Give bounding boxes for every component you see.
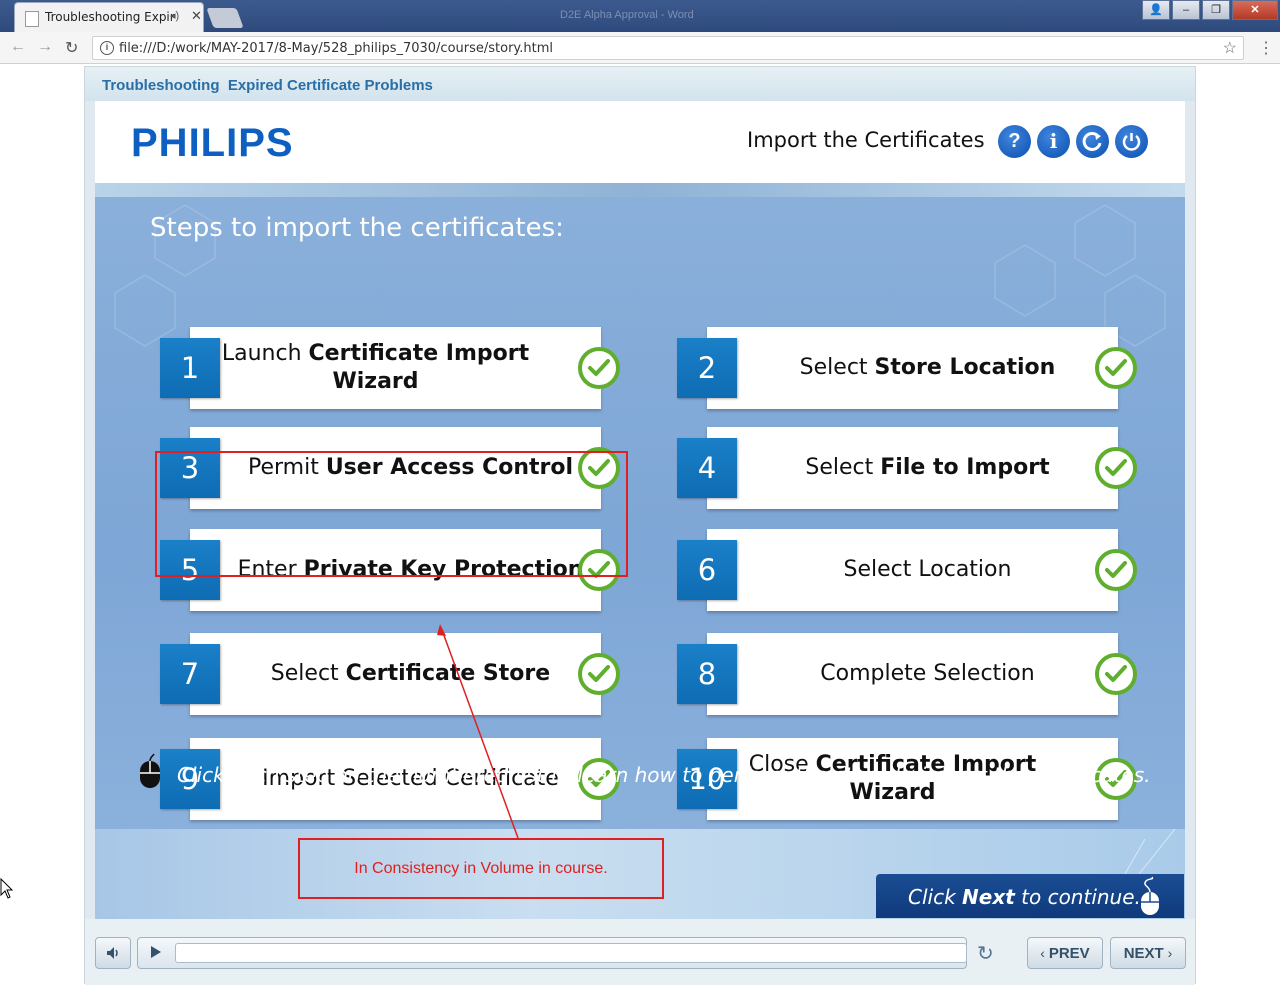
annotation-note-text: In Consistency in Volume in course. bbox=[354, 860, 608, 877]
step-label-text: Select Certificate Store bbox=[270, 661, 551, 686]
info-icon[interactable]: i bbox=[100, 41, 114, 55]
step-card[interactable]: Complete Selection bbox=[707, 633, 1118, 715]
window-title: D2E Alpha Approval - Word bbox=[560, 9, 694, 21]
browser-titlebar: Troubleshooting Expir ◂) ✕ D2E Alpha App… bbox=[0, 0, 1280, 32]
help-icon[interactable]: ? bbox=[998, 125, 1031, 158]
progress-bar[interactable] bbox=[175, 943, 967, 963]
back-arrow-icon[interactable]: ← bbox=[10, 38, 26, 56]
step-label[interactable]: Select Store Location bbox=[707, 327, 1118, 409]
steps-heading: Steps to import the certificates: bbox=[150, 213, 564, 243]
speaker-icon[interactable]: ◂) bbox=[170, 9, 179, 22]
bookmark-star-icon[interactable]: ☆ bbox=[1223, 38, 1237, 58]
step-number[interactable]: 4 bbox=[677, 438, 737, 498]
slide-header: PHILIPS Import the Certificates ? i bbox=[95, 101, 1185, 183]
step-label-text: Launch Certificate Import Wizard bbox=[221, 341, 530, 394]
mouse-icon bbox=[140, 753, 160, 788]
course-title-bar: Troubleshooting Expired Certificate Prob… bbox=[85, 67, 1195, 101]
step-number[interactable]: 8 bbox=[677, 644, 737, 704]
mouse-cursor-icon bbox=[0, 878, 14, 899]
maximize-button[interactable]: ❐ bbox=[1202, 0, 1230, 20]
checkmark-icon bbox=[1095, 347, 1137, 389]
philips-logo: PHILIPS bbox=[131, 121, 294, 165]
forward-arrow-icon[interactable]: → bbox=[37, 38, 53, 56]
checkmark-icon bbox=[578, 347, 620, 389]
step-label[interactable]: Launch Certificate Import Wizard bbox=[190, 327, 601, 409]
volume-button[interactable] bbox=[95, 937, 131, 969]
url-field[interactable]: i file:///D:/work/MAY-2017/8-May/528_phi… bbox=[92, 36, 1244, 60]
step-card[interactable]: Select File to Import bbox=[707, 427, 1118, 509]
annotation-note: In Consistency in Volume in course. bbox=[298, 838, 664, 899]
checkmark-icon bbox=[578, 653, 620, 695]
reload-icon[interactable]: ↻ bbox=[65, 38, 78, 58]
step-card[interactable]: Select Store Location bbox=[707, 327, 1118, 409]
player-bar: ↻ ‹ PREV NEXT › bbox=[85, 919, 1195, 985]
chevron-left-icon: ‹ bbox=[1040, 945, 1049, 961]
step-card[interactable]: Select Certificate Store bbox=[190, 633, 601, 715]
browser-tab[interactable]: Troubleshooting Expir ◂) ✕ bbox=[14, 2, 204, 32]
checkmark-icon bbox=[1095, 653, 1137, 695]
step-item-7[interactable]: Select Certificate Store 7 bbox=[160, 633, 620, 715]
step-number[interactable]: 7 bbox=[160, 644, 220, 704]
step-item-6[interactable]: Select Location 6 bbox=[677, 529, 1137, 611]
checkmark-icon bbox=[1095, 549, 1137, 591]
step-card[interactable]: Select Location bbox=[707, 529, 1118, 611]
prev-button[interactable]: ‹ PREV bbox=[1027, 937, 1103, 969]
step-label[interactable]: Complete Selection bbox=[707, 633, 1118, 715]
slide-title: Import the Certificates bbox=[747, 128, 985, 152]
close-window-button[interactable]: ✕ bbox=[1232, 0, 1278, 20]
url-text[interactable]: file:///D:/work/MAY-2017/8-May/528_phili… bbox=[119, 41, 553, 56]
next-hint-banner: Click Next to continue. bbox=[876, 874, 1184, 918]
speaker-icon bbox=[107, 947, 118, 959]
new-tab-button[interactable] bbox=[206, 8, 244, 28]
course-title: Troubleshooting Expired Certificate Prob… bbox=[102, 77, 433, 94]
step-label-text: Complete Selection bbox=[820, 661, 1035, 686]
step-label-text: Select Location bbox=[843, 557, 1012, 582]
step-label[interactable]: Select Certificate Store bbox=[190, 633, 601, 715]
step-number[interactable]: 6 bbox=[677, 540, 737, 600]
chevron-right-icon: › bbox=[1163, 945, 1173, 961]
step-label-text: Select Store Location bbox=[799, 355, 1056, 380]
step-label[interactable]: Select Location bbox=[707, 529, 1118, 611]
address-toolbar: ← → ↻ i file:///D:/work/MAY-2017/8-May/5… bbox=[0, 32, 1280, 64]
step-item-8[interactable]: Complete Selection 8 bbox=[677, 633, 1137, 715]
step-label-text: Select File to Import bbox=[805, 455, 1050, 480]
next-button[interactable]: NEXT › bbox=[1110, 937, 1186, 969]
replay-icon[interactable]: ↻ bbox=[977, 941, 994, 966]
step-label[interactable]: Select File to Import bbox=[707, 427, 1118, 509]
annotation-highlight-box bbox=[155, 451, 628, 577]
mouse-icon bbox=[1141, 876, 1159, 915]
menu-dots-icon[interactable]: ⋮ bbox=[1258, 38, 1274, 58]
step-item-2[interactable]: Select Store Location 2 bbox=[677, 327, 1137, 409]
checkmark-icon bbox=[1095, 447, 1137, 489]
play-button[interactable] bbox=[137, 937, 173, 969]
info-icon[interactable]: i bbox=[1037, 125, 1070, 158]
step-number[interactable]: 1 bbox=[160, 338, 220, 398]
minimize-button[interactable]: – bbox=[1172, 0, 1200, 20]
step-card[interactable]: Launch Certificate Import Wizard bbox=[190, 327, 601, 409]
user-icon[interactable]: 👤 bbox=[1142, 0, 1170, 20]
next-hint-text: Click Next to continue. bbox=[908, 885, 1141, 909]
power-icon[interactable] bbox=[1115, 125, 1148, 158]
close-tab-icon[interactable]: ✕ bbox=[191, 8, 202, 24]
window-controls: 👤 – ❐ ✕ bbox=[1142, 0, 1280, 20]
step-number[interactable]: 2 bbox=[677, 338, 737, 398]
tab-title: Troubleshooting Expir bbox=[45, 10, 175, 24]
document-icon bbox=[25, 11, 39, 27]
step-item-4[interactable]: Select File to Import 4 bbox=[677, 427, 1137, 509]
replay-icon[interactable] bbox=[1076, 125, 1109, 158]
step-item-1[interactable]: Launch Certificate Import Wizard 1 bbox=[160, 327, 620, 409]
instruction-text: Click each step on the numbered list to … bbox=[177, 763, 1151, 787]
play-icon bbox=[151, 946, 161, 958]
